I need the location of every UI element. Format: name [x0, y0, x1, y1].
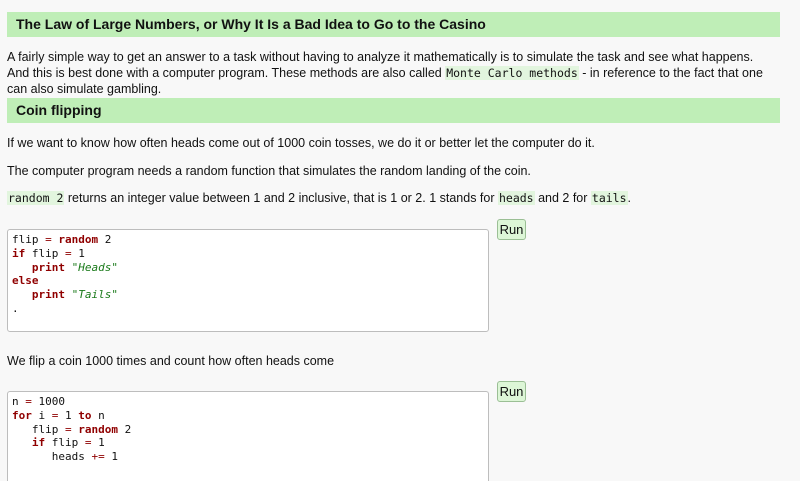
- code-token: 1: [91, 436, 105, 450]
- code-token: i: [31, 408, 52, 422]
- para3-text-1: returns an integer value between 1 and 2…: [64, 191, 498, 205]
- coin-paragraph-1: If we want to know how often heads come …: [7, 136, 595, 150]
- code-keyword: print: [12, 288, 65, 302]
- run-button-2[interactable]: Run: [497, 381, 526, 402]
- editor1-line-6: .: [12, 302, 484, 316]
- code-token: heads: [12, 450, 92, 464]
- code-token: 1: [104, 450, 118, 464]
- editor2-line-1: n = 1000: [12, 395, 484, 409]
- code-token: .: [12, 301, 19, 315]
- code-keyword: if: [12, 436, 46, 450]
- random-2-code: random 2: [7, 191, 65, 205]
- editor2-line-2: for i = 1 to n: [12, 409, 484, 423]
- code-token: flip: [12, 233, 46, 246]
- code-operator: =: [45, 233, 52, 246]
- code-token: 1: [71, 246, 85, 260]
- editor1-line-3: print "Heads": [12, 261, 484, 275]
- code-keyword: to: [78, 408, 92, 422]
- code-keyword: else: [12, 274, 39, 288]
- code-keyword: for: [12, 408, 32, 422]
- editor1-line-2: if flip = 1: [12, 247, 484, 261]
- code-token: flip: [12, 422, 65, 436]
- editor1-line-5: print "Tails": [12, 288, 484, 302]
- code-string: "Heads": [64, 260, 118, 274]
- code-keyword: print: [12, 260, 65, 274]
- section-heading-coin-flipping: Coin flipping: [7, 98, 780, 123]
- code-token: 2: [117, 422, 132, 436]
- monte-carlo-code: Monte Carlo methods: [445, 66, 579, 80]
- code-token: 2: [98, 233, 112, 246]
- code-token: 1: [58, 408, 79, 422]
- code-token: n: [12, 395, 26, 408]
- para3-text-2: and 2 for: [534, 191, 591, 205]
- coin-paragraph-4: We flip a coin 1000 times and count how …: [7, 354, 335, 368]
- code-token: n: [91, 408, 105, 422]
- code-operator: =: [65, 246, 72, 260]
- code-token: 1000: [31, 395, 65, 408]
- code-operator: =: [64, 422, 72, 436]
- editor2-line-3: flip = random 2: [12, 423, 484, 437]
- section-heading-law-of-large-numbers: The Law of Large Numbers, or Why It Is a…: [7, 12, 780, 37]
- run-button-1[interactable]: Run: [497, 219, 526, 240]
- code-editor-1[interactable]: flip = random 2 if flip = 1 print "Heads"…: [7, 229, 489, 332]
- code-operator: =: [84, 436, 92, 450]
- code-keyword: random: [51, 233, 99, 246]
- editor2-line-4: if flip = 1: [12, 436, 484, 450]
- heads-code: heads: [497, 191, 535, 205]
- intro-paragraph: A fairly simple way to get an answer to …: [7, 49, 777, 97]
- coin-paragraph-3: random 2 returns an integer value betwee…: [7, 190, 777, 206]
- para3-text-3: .: [627, 191, 632, 205]
- coin-paragraph-2: The computer program needs a random func…: [7, 164, 531, 178]
- code-token: flip: [25, 246, 65, 260]
- code-string: "Tails": [64, 288, 118, 302]
- editor1-line-4: else: [12, 274, 484, 288]
- code-editor-2[interactable]: n = 1000 for i = 1 to n flip = random 2 i…: [7, 391, 489, 481]
- code-operator: +=: [91, 450, 105, 464]
- code-token: flip: [45, 436, 85, 450]
- tails-code: tails: [590, 191, 628, 205]
- code-keyword: if: [12, 246, 26, 260]
- editor2-line-5: heads += 1: [12, 450, 484, 464]
- code-keyword: random: [71, 422, 118, 436]
- editor1-line-1: flip = random 2: [12, 233, 484, 247]
- code-operator: =: [25, 395, 32, 408]
